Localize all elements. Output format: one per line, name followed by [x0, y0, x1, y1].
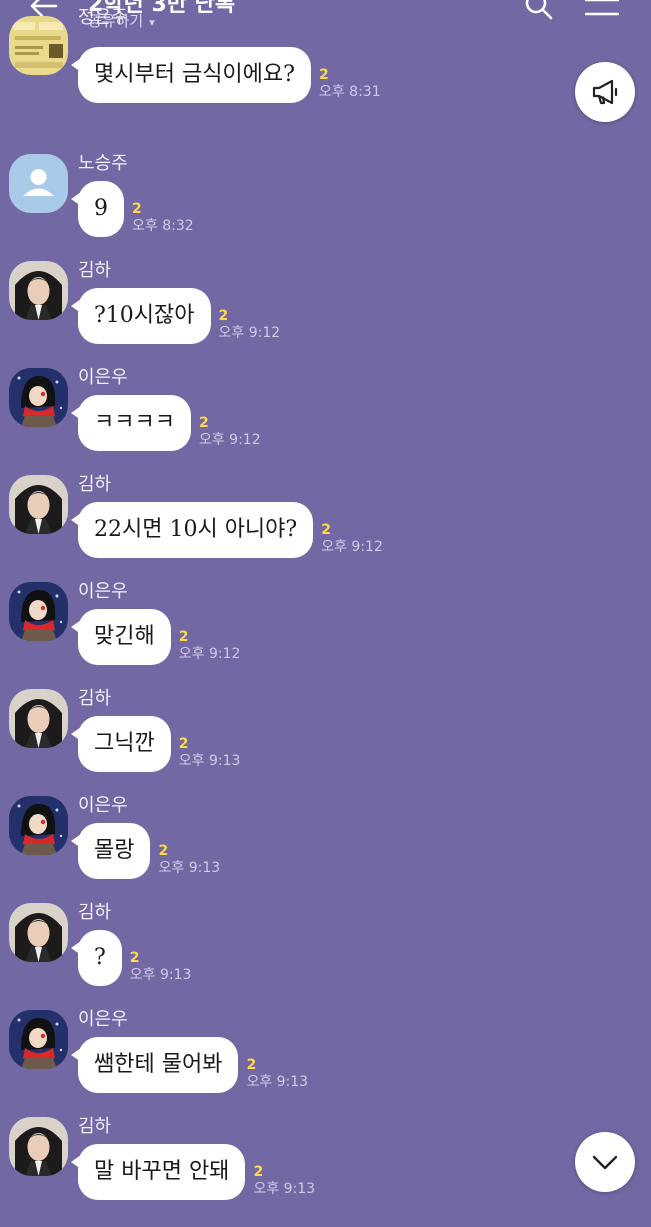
message-meta: 2 오후 8:32: [132, 201, 194, 237]
message-bubble[interactable]: 말 바꾸면 안돼: [70, 1144, 246, 1200]
message-row: 말 바꾸면 안돼 2 오후 9:13: [70, 1144, 315, 1200]
avatar[interactable]: [9, 582, 68, 641]
avatar[interactable]: [9, 1010, 68, 1069]
message-meta: 2 오후 9:12: [179, 629, 241, 665]
message-meta: 2 오후 9:13: [158, 843, 220, 879]
message-row: ?10시잖아 2 오후 9:12: [71, 288, 281, 344]
read-count: 2: [318, 67, 329, 83]
announcement-button[interactable]: [575, 62, 635, 122]
sender-name: 이은우: [78, 1009, 128, 1030]
search-icon[interactable]: [523, 0, 553, 20]
sender-name: 김하: [78, 260, 112, 281]
read-count: 2: [129, 950, 140, 966]
read-count: 2: [178, 736, 189, 752]
sender-name: 정은주: [78, 7, 128, 28]
message-bubble[interactable]: 22시면 10시 아니야?: [70, 502, 314, 558]
message-row: ? 2 오후 9:13: [71, 930, 192, 986]
message-row: 22시면 10시 아니야? 2 오후 9:12: [70, 502, 383, 558]
message-meta: 2 오후 9:12: [219, 308, 281, 344]
message-bubble[interactable]: 몰랑: [70, 823, 151, 879]
message-meta: 2 오후 9:13: [246, 1057, 308, 1093]
avatar[interactable]: [9, 368, 68, 427]
sender-name: 김하: [78, 1116, 112, 1137]
avatar[interactable]: [9, 796, 68, 855]
sender-name: 이은우: [78, 581, 128, 602]
sender-name: 김하: [78, 902, 112, 923]
message-item: 김하 22시면 10시 아니야? 2 오후 9:12: [0, 475, 651, 585]
message-row: 9 2 오후 8:32: [71, 181, 194, 237]
message-item: 이은우 맞긴해 2 오후 9:12: [0, 582, 651, 692]
avatar[interactable]: [9, 689, 68, 748]
message-bubble[interactable]: 쌤한테 물어봐: [70, 1037, 239, 1093]
message-meta: 2 오후 9:12: [321, 522, 383, 558]
read-count: 2: [158, 843, 169, 859]
hamburger-menu-icon[interactable]: [585, 0, 619, 20]
message-time: 오후 9:12: [198, 432, 261, 448]
message-meta: 2 오후 9:13: [253, 1164, 315, 1200]
message-time: 오후 9:13: [253, 1181, 316, 1197]
sender-name: 노승주: [78, 153, 128, 174]
read-count: 2: [218, 308, 229, 324]
message-time: 오후 9:13: [246, 1074, 309, 1090]
message-meta: 2 오후 9:12: [199, 415, 261, 451]
message-bubble[interactable]: 맞긴해: [71, 609, 171, 665]
message-item: 김하 그닉깐 2 오후 9:13: [0, 689, 651, 799]
message-item: 이은우 쌤한테 물어봐 2 오후 9:13: [0, 1010, 651, 1120]
read-count: 2: [178, 629, 189, 645]
message-item: 김하 ?10시잖아 2 오후 9:12: [0, 261, 651, 371]
message-bubble[interactable]: ?10시잖아: [71, 288, 211, 344]
message-item: 이은우 몰랑 2 오후 9:13: [0, 796, 651, 906]
message-item: 정은주 몇시부터 금식이에요? 2 오후 8:31: [0, 8, 651, 130]
message-time: 오후 9:13: [158, 860, 221, 876]
message-row: 몇시부터 금식이에요? 2 오후 8:31: [71, 47, 381, 103]
message-row: 맞긴해 2 오후 9:12: [71, 609, 241, 665]
sender-name: 김하: [78, 688, 112, 709]
chevron-down-icon: [592, 1155, 618, 1170]
message-time: 오후 9:12: [178, 646, 241, 662]
message-bubble[interactable]: 9: [71, 181, 124, 237]
message-item: 김하? 2 오후 9:13: [0, 903, 651, 1013]
avatar[interactable]: [9, 1117, 68, 1176]
message-row: 몰랑 2 오후 9:13: [70, 823, 220, 879]
message-item: 김하 말 바꾸면 안돼 2 오후 9:13: [0, 1117, 651, 1227]
message-row: 그닉깐 2 오후 9:13: [71, 716, 241, 772]
message-time: 오후 9:13: [129, 967, 192, 983]
sender-name: 이은우: [78, 367, 128, 388]
avatar[interactable]: [9, 16, 68, 75]
scroll-to-bottom-button[interactable]: [575, 1132, 635, 1192]
read-count: 2: [198, 415, 209, 431]
message-bubble[interactable]: 몇시부터 금식이에요?: [71, 47, 311, 103]
avatar[interactable]: [9, 261, 68, 320]
read-count: 2: [321, 522, 331, 538]
message-meta: 2 오후 9:13: [130, 950, 192, 986]
message-bubble[interactable]: ?: [71, 930, 122, 986]
read-count: 2: [132, 201, 142, 217]
message-bubble[interactable]: ㅋㅋㅋㅋ: [71, 395, 191, 451]
message-time: 오후 9:12: [321, 539, 383, 555]
sender-name: 김하: [78, 474, 112, 495]
message-time: 오후 8:32: [132, 218, 194, 234]
megaphone-icon: [592, 79, 618, 105]
sender-name: 이은우: [78, 795, 128, 816]
read-count: 2: [246, 1057, 257, 1073]
avatar[interactable]: [9, 475, 68, 534]
message-row: ㅋㅋㅋㅋ 2 오후 9:12: [71, 395, 261, 451]
message-meta: 2 오후 8:31: [319, 67, 381, 103]
message-bubble[interactable]: 그닉깐: [71, 716, 171, 772]
message-row: 쌤한테 물어봐 2 오후 9:13: [70, 1037, 308, 1093]
avatar[interactable]: [9, 903, 68, 962]
message-time: 오후 8:31: [318, 84, 381, 100]
read-count: 2: [253, 1164, 264, 1180]
avatar[interactable]: [9, 154, 68, 213]
message-time: 오후 9:13: [178, 753, 241, 769]
message-item: 이은우 ㅋㅋㅋㅋ 2 오후 9:12: [0, 368, 651, 478]
message-item: 노승주 9 2 오후 8:32: [0, 154, 651, 264]
message-meta: 2 오후 9:13: [179, 736, 241, 772]
message-time: 오후 9:12: [218, 325, 281, 341]
